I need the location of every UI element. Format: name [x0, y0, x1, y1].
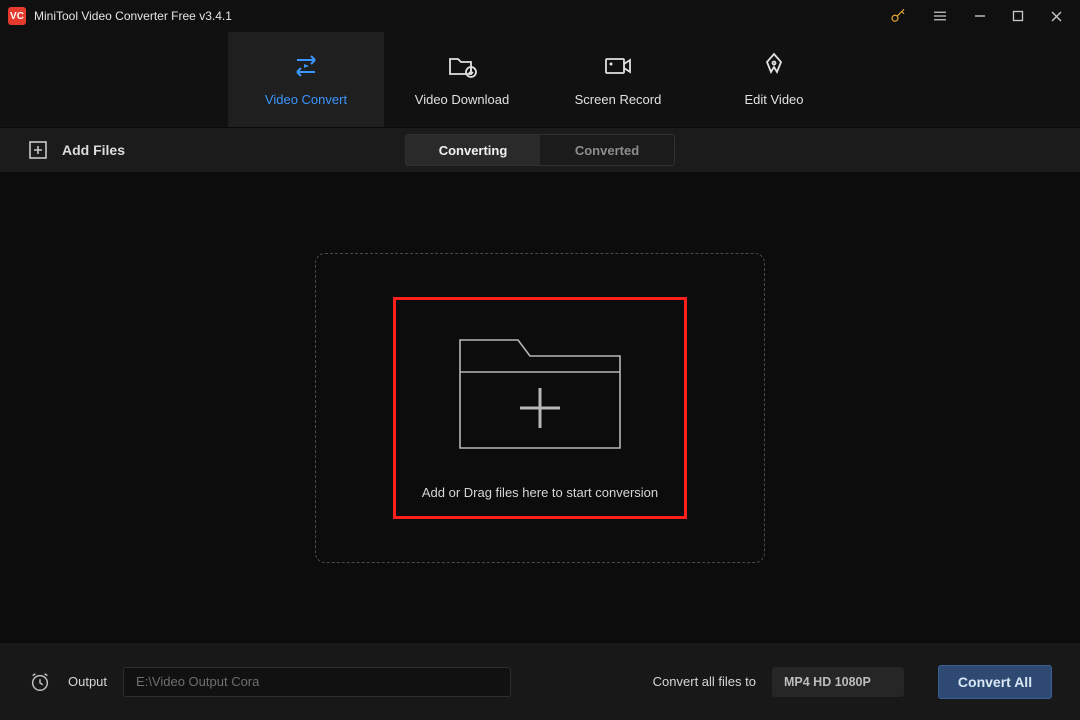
tab-label: Edit Video	[744, 92, 803, 107]
titlebar-controls	[888, 6, 1072, 26]
main-nav: Video Convert Video Download Screen Reco…	[0, 32, 1080, 127]
convert-all-button[interactable]: Convert All	[938, 665, 1052, 699]
titlebar: VC MiniTool Video Converter Free v3.4.1	[0, 0, 1080, 32]
add-files-label: Add Files	[62, 142, 125, 158]
tab-label: Screen Record	[575, 92, 662, 107]
main-area: Add or Drag files here to start conversi…	[0, 173, 1080, 643]
alarm-clock-icon[interactable]	[28, 670, 52, 694]
download-folder-icon	[447, 52, 477, 80]
chevron-down-icon	[486, 676, 498, 688]
tab-video-download[interactable]: Video Download	[384, 32, 540, 127]
key-icon[interactable]	[888, 6, 908, 26]
convert-all-label: Convert all files to	[653, 674, 756, 689]
hamburger-menu-icon[interactable]	[930, 6, 950, 26]
format-value: MP4 HD 1080P	[784, 675, 871, 689]
toolbar-row: Add Files Converting Converted	[0, 127, 1080, 173]
tab-label: Video Download	[415, 92, 509, 107]
bottombar: Output E:\Video Output Cora Convert all …	[0, 643, 1080, 720]
dropzone-hint: Add or Drag files here to start conversi…	[422, 485, 658, 500]
tab-video-convert[interactable]: Video Convert	[228, 32, 384, 127]
subtabs: Converting Converted	[405, 134, 675, 166]
convert-arrows-icon	[291, 52, 321, 80]
maximize-button[interactable]	[1010, 8, 1026, 24]
subtab-converting[interactable]: Converting	[406, 135, 540, 165]
chevron-down-icon	[880, 676, 892, 688]
dropzone[interactable]: Add or Drag files here to start conversi…	[315, 253, 765, 563]
minimize-button[interactable]	[972, 8, 988, 24]
output-label: Output	[68, 674, 107, 689]
add-file-plus-icon	[28, 140, 48, 160]
dropzone-highlight[interactable]: Add or Drag files here to start conversi…	[393, 297, 687, 519]
subtab-converted[interactable]: Converted	[540, 135, 674, 165]
close-button[interactable]	[1048, 8, 1064, 24]
folder-plus-icon	[454, 316, 626, 461]
tab-edit-video[interactable]: Edit Video	[696, 32, 852, 127]
app-icon-text: VC	[10, 11, 24, 22]
record-camera-icon	[603, 52, 633, 80]
output-format-select[interactable]: MP4 HD 1080P	[772, 667, 904, 697]
app-title: MiniTool Video Converter Free v3.4.1	[34, 9, 232, 23]
tab-label: Video Convert	[265, 92, 347, 107]
edit-nib-icon	[762, 52, 786, 80]
tab-screen-record[interactable]: Screen Record	[540, 32, 696, 127]
add-files-button[interactable]: Add Files	[28, 140, 165, 160]
chevron-down-icon[interactable]	[153, 144, 165, 156]
convert-all-button-label: Convert All	[958, 674, 1032, 690]
output-path-select[interactable]: E:\Video Output Cora	[123, 667, 511, 697]
app-icon: VC	[8, 7, 26, 25]
subtab-label: Converted	[575, 143, 639, 158]
output-path-value: E:\Video Output Cora	[136, 674, 259, 689]
subtab-label: Converting	[439, 143, 508, 158]
